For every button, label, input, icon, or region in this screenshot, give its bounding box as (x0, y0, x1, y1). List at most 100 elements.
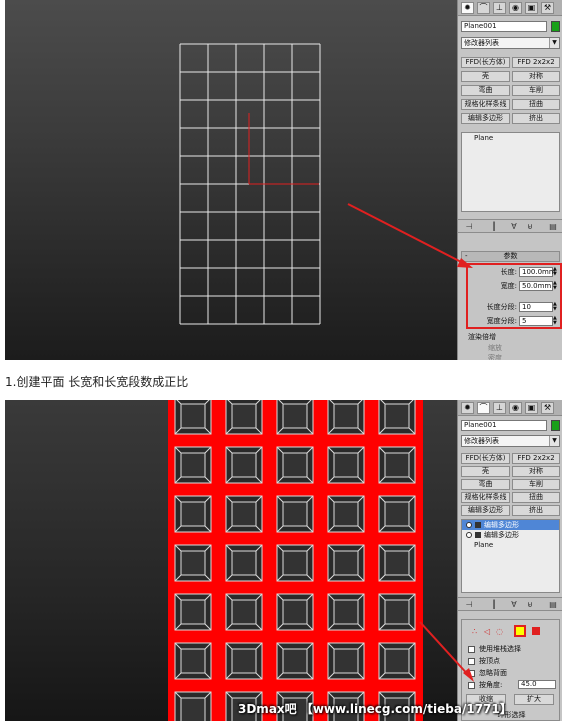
angle-input[interactable]: 45.0 (518, 680, 556, 689)
modifier-button-normalize-spline[interactable]: 规格化样条线 (461, 99, 510, 110)
element-mode-icon[interactable] (532, 627, 540, 635)
tile-inner (282, 501, 308, 527)
hierarchy-tab-icon[interactable]: ⊥ (493, 402, 506, 414)
modifier-list-dropdown[interactable]: 修改器列表 ▼ (461, 37, 560, 49)
border-mode-icon[interactable]: ◌ (496, 627, 503, 636)
modifier-list-dropdown[interactable]: 修改器列表 ▼ (461, 435, 560, 447)
checkbox-icon[interactable] (468, 645, 475, 653)
modifier-button-ffd-2x2x2[interactable]: FFD 2x2x2 (512, 453, 560, 464)
tile-inner (384, 403, 410, 429)
modifier-button-edit-poly[interactable]: 编辑多边形 (461, 505, 510, 516)
configure-sets-icon[interactable]: ▤ (547, 221, 559, 232)
make-unique-icon[interactable]: ∀ (508, 221, 520, 232)
highlight-box-params (466, 263, 562, 329)
modifier-button-lathe[interactable]: 车削 (512, 85, 560, 96)
modifier-list-label: 修改器列表 (464, 437, 499, 445)
stack-item-edit-poly[interactable]: 编辑多边形 (462, 530, 559, 540)
stack-item-plane[interactable]: Plane (462, 540, 559, 550)
display-tab-icon[interactable]: ▣ (525, 402, 538, 414)
ignore-backfacing-option[interactable]: 忽略背面 (468, 668, 507, 678)
show-end-result-icon[interactable]: ┃ (488, 599, 500, 610)
motion-tab-icon[interactable]: ◉ (509, 402, 522, 414)
expand-icon[interactable] (475, 522, 481, 528)
parameters-title: 参数 (503, 252, 518, 260)
modify-tab-icon[interactable]: ⌒ (477, 2, 490, 14)
use-stack-selection-option[interactable]: 使用堆栈选择 (468, 644, 521, 654)
remove-modifier-icon[interactable]: ⊌ (524, 599, 536, 610)
polygon-mode-icon[interactable] (514, 625, 526, 637)
pin-stack-icon[interactable]: ⊣ (463, 221, 475, 232)
stack-item-edit-poly-top[interactable]: 编辑多边形 (462, 520, 559, 530)
modifier-button-twist[interactable]: 扭曲 (512, 99, 560, 110)
tile-inner (384, 501, 410, 527)
tile-inner (180, 599, 206, 625)
parameters-rollout-header[interactable]: - 参数 (461, 251, 560, 262)
modifier-button-extrude[interactable]: 挤出 (512, 113, 560, 124)
modifier-button-bend[interactable]: 弯曲 (461, 479, 510, 490)
show-end-result-icon[interactable]: ┃ (488, 221, 500, 232)
extruded-mesh (168, 400, 423, 721)
create-tab-icon[interactable]: ✹ (461, 2, 474, 14)
render-multiplier-label: 渲染倍增 (468, 333, 496, 341)
modifier-button-twist[interactable]: 扭曲 (512, 492, 560, 503)
modifier-button-ffd-2x2x2[interactable]: FFD 2x2x2 (512, 57, 560, 68)
by-angle-option[interactable]: 按角度: 45.0 (468, 680, 560, 690)
modifier-button-ffd-box[interactable]: FFD(长方体) (461, 453, 510, 464)
lightbulb-icon[interactable] (466, 522, 472, 528)
option-label: 忽略背面 (479, 669, 507, 677)
motion-tab-icon[interactable]: ◉ (509, 2, 522, 14)
checkbox-icon[interactable] (468, 681, 475, 689)
modifier-button-extrude[interactable]: 挤出 (512, 505, 560, 516)
checkbox-icon[interactable] (468, 669, 475, 677)
stack-toolbar: ⊣ ┃ ∀ ⊌ ▤ (458, 597, 562, 611)
remove-modifier-icon[interactable]: ⊌ (524, 221, 536, 232)
utilities-tab-icon[interactable]: ⚒ (541, 402, 554, 414)
modifier-button-ffd-box[interactable]: FFD(长方体) (461, 57, 510, 68)
modifier-button-bend[interactable]: 弯曲 (461, 85, 510, 96)
modify-tab-icon[interactable]: ⌒ (477, 402, 490, 414)
checkbox-icon[interactable] (468, 657, 475, 665)
tile-inner (180, 501, 206, 527)
vertex-mode-icon[interactable]: ∴ (472, 627, 477, 636)
modifier-button-normalize-spline[interactable]: 规格化样条线 (461, 492, 510, 503)
modifier-button-symmetry[interactable]: 对称 (512, 466, 560, 477)
modifier-button-lathe[interactable]: 车削 (512, 479, 560, 490)
edge-mode-icon[interactable]: ◁ (484, 627, 490, 636)
configure-sets-icon[interactable]: ▤ (547, 599, 559, 610)
modifier-stack[interactable]: 编辑多边形 编辑多边形 Plane (461, 519, 560, 593)
tile-inner (231, 550, 257, 576)
modifier-button-shell[interactable]: 壳 (461, 71, 510, 82)
tile-inner (180, 648, 206, 674)
tile-inner (384, 648, 410, 674)
display-tab-icon[interactable]: ▣ (525, 2, 538, 14)
object-name-field[interactable]: Plane001 (461, 21, 547, 32)
grow-button[interactable]: 扩大 (514, 694, 554, 705)
tile-inner (384, 452, 410, 478)
stack-item-label: 编辑多边形 (484, 531, 519, 539)
viewport-perspective[interactable] (5, 0, 457, 360)
pin-stack-icon[interactable]: ⊣ (463, 599, 475, 610)
create-tab-icon[interactable]: ✹ (461, 402, 474, 414)
modifier-button-shell[interactable]: 壳 (461, 466, 510, 477)
tile-inner (180, 697, 206, 721)
expand-icon[interactable] (475, 532, 481, 538)
command-panel-tabs: ✹ ⌒ ⊥ ◉ ▣ ⚒ (458, 400, 562, 416)
subobject-toolbar: ∴ ◁ ◌ (472, 625, 542, 639)
tile-inner (231, 452, 257, 478)
lightbulb-icon[interactable] (466, 532, 472, 538)
object-name-field[interactable]: Plane001 (461, 420, 547, 431)
modifier-stack[interactable]: Plane (461, 132, 560, 212)
modifier-button-symmetry[interactable]: 对称 (512, 71, 560, 82)
utilities-tab-icon[interactable]: ⚒ (541, 2, 554, 14)
object-color-swatch[interactable] (551, 420, 560, 431)
hierarchy-tab-icon[interactable]: ⊥ (493, 2, 506, 14)
make-unique-icon[interactable]: ∀ (508, 599, 520, 610)
object-color-swatch[interactable] (551, 21, 560, 32)
option-label: 按顶点 (479, 657, 500, 665)
modifier-button-edit-poly[interactable]: 编辑多边形 (461, 113, 510, 124)
command-panel-tabs: ✹ ⌒ ⊥ ◉ ▣ ⚒ (458, 0, 562, 16)
viewport-perspective[interactable] (5, 400, 457, 721)
stack-item-plane[interactable]: Plane (462, 133, 559, 143)
by-vertex-option[interactable]: 按顶点 (468, 656, 500, 666)
option-label: 按角度: (479, 681, 503, 689)
